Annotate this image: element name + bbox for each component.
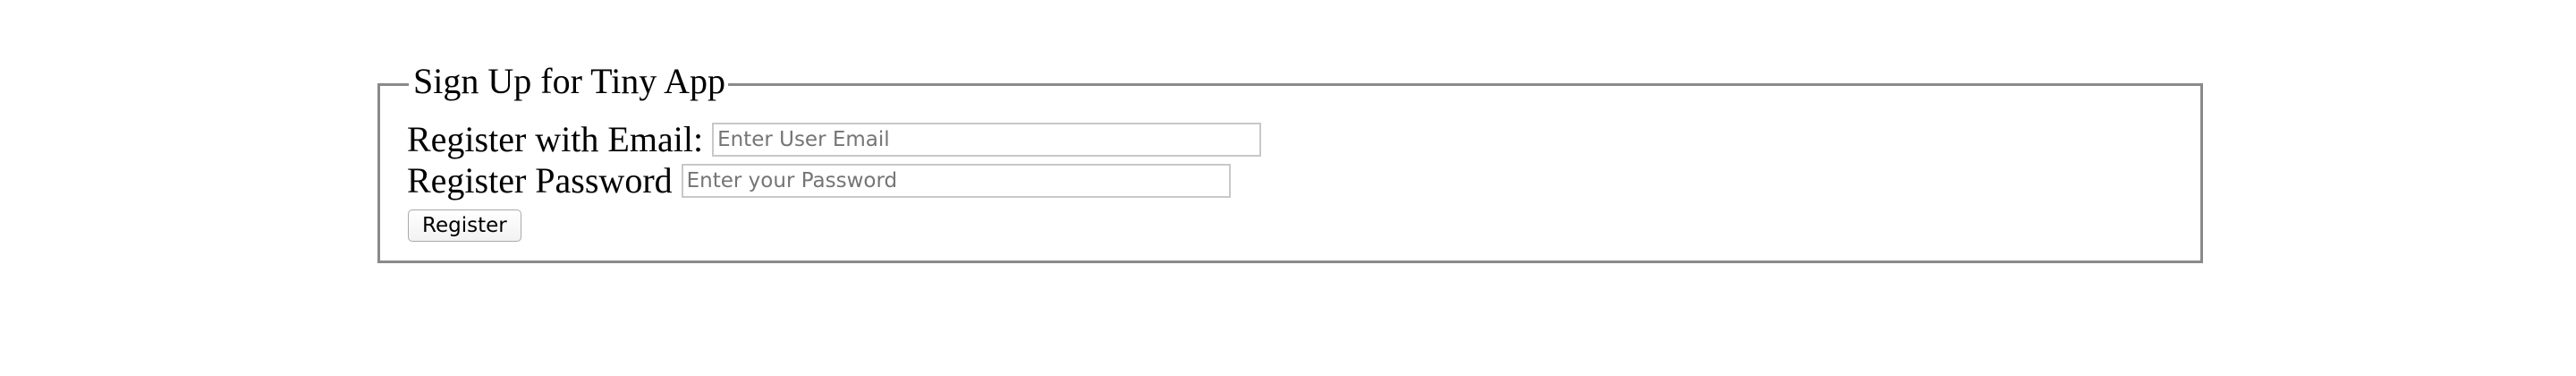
email-input[interactable] bbox=[712, 123, 1262, 157]
form-legend: Sign Up for Tiny App bbox=[409, 56, 728, 107]
password-input[interactable] bbox=[681, 164, 1231, 198]
signup-form: Sign Up for Tiny App Register with Email… bbox=[377, 56, 2203, 263]
password-row: Register Password bbox=[407, 156, 1231, 206]
password-label: Register Password bbox=[407, 160, 673, 201]
register-button[interactable]: Register bbox=[408, 209, 521, 242]
